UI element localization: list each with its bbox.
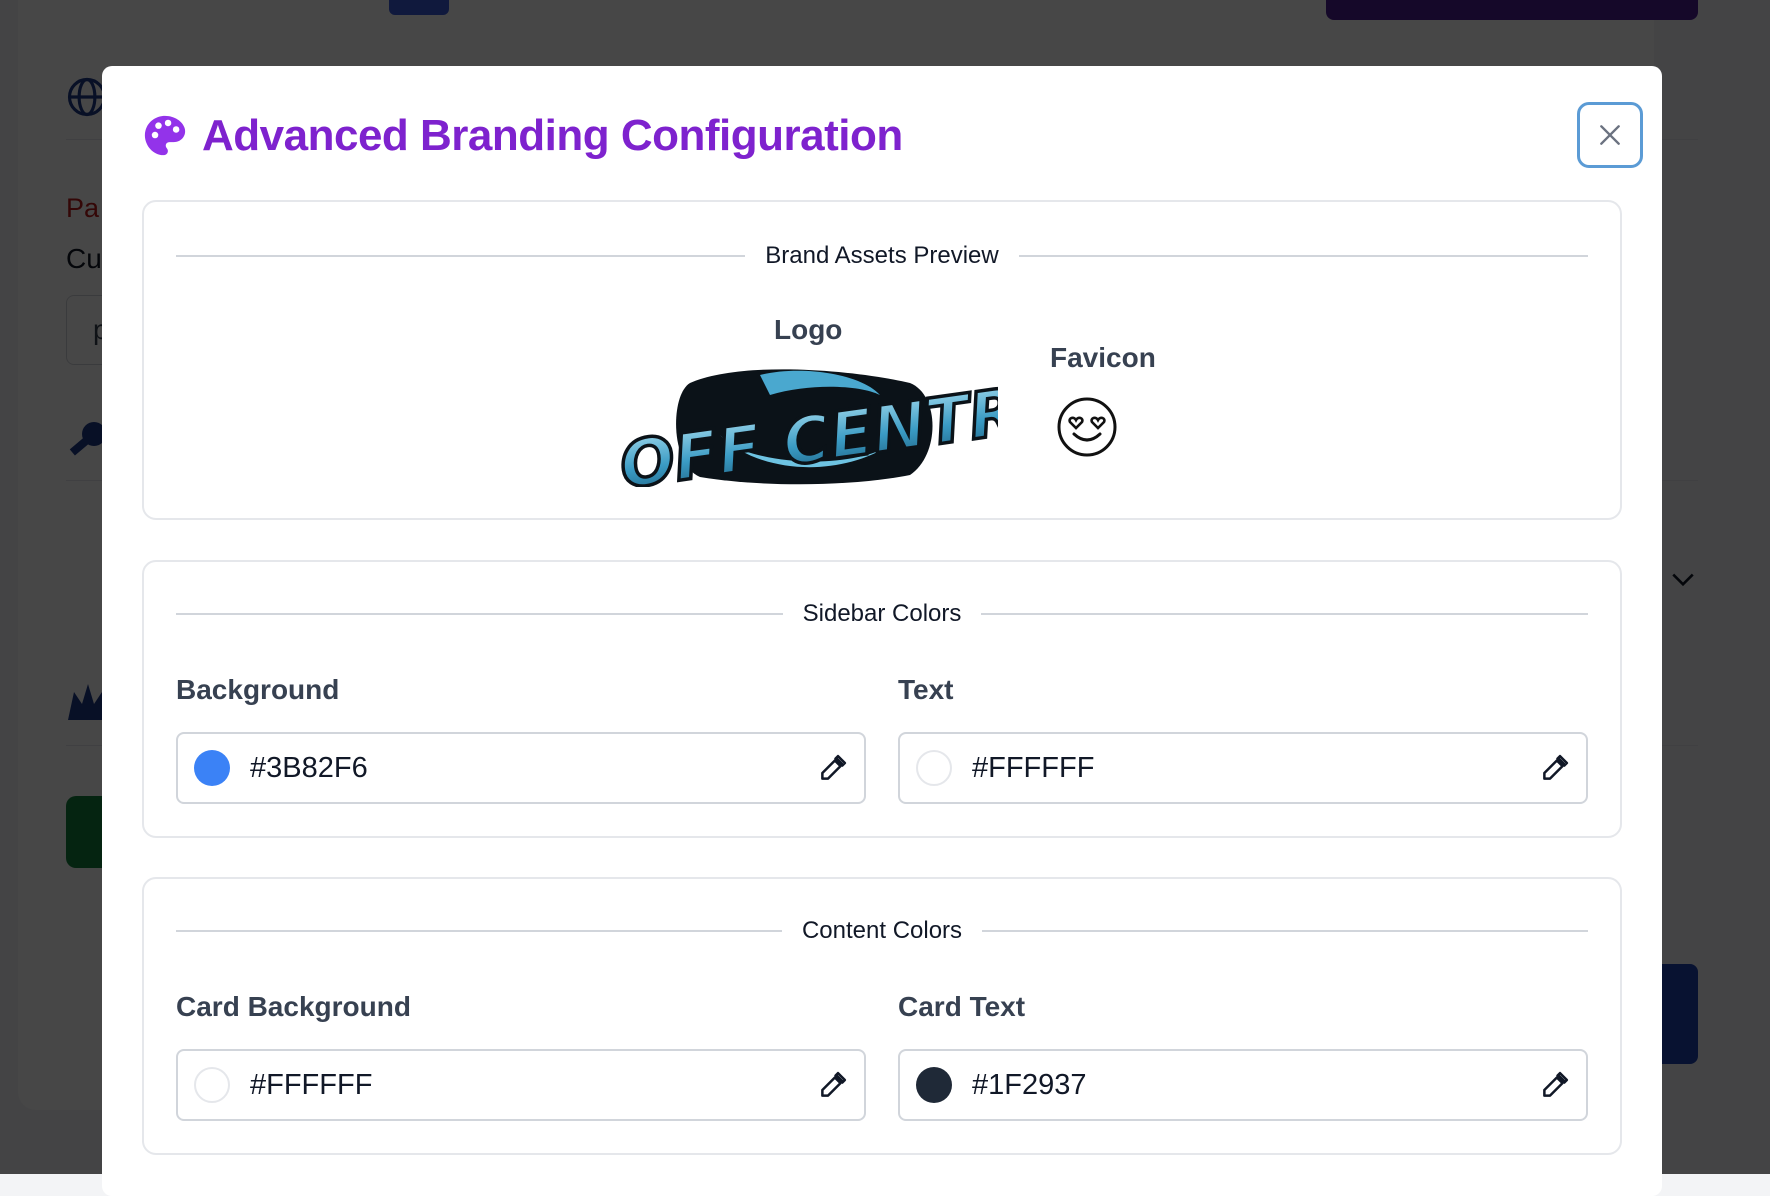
legend-divider xyxy=(981,613,1588,615)
brand-assets-legend: Brand Assets Preview xyxy=(176,242,1588,270)
color-swatch[interactable] xyxy=(194,1067,230,1103)
eyedropper-icon[interactable] xyxy=(1540,1070,1570,1100)
card-text-value[interactable]: #1F2937 xyxy=(972,1069,1540,1102)
legend-divider xyxy=(982,930,1589,932)
card-text-color-input[interactable]: #1F2937 xyxy=(898,1049,1588,1121)
brand-assets-section: Brand Assets Preview Logo OFF CENTRE Fav… xyxy=(142,200,1622,520)
legend-divider xyxy=(176,613,783,615)
color-swatch[interactable] xyxy=(916,1067,952,1103)
close-button[interactable] xyxy=(1577,102,1643,168)
smiling-face-with-heart-eyes-icon xyxy=(1057,397,1117,457)
eyedropper-icon[interactable] xyxy=(818,1070,848,1100)
logo-label: Logo xyxy=(774,314,843,345)
content-colors-legend: Content Colors xyxy=(176,917,1589,945)
legend-divider xyxy=(176,930,782,932)
sidebar-text-label: Text xyxy=(898,674,954,705)
palette-icon xyxy=(144,115,186,156)
modal-header: Advanced Branding Configuration xyxy=(142,110,903,162)
sidebar-colors-section: Sidebar Colors Background #3B82F6 Text #… xyxy=(142,560,1622,838)
legend-divider xyxy=(176,255,746,257)
eyedropper-icon[interactable] xyxy=(818,753,848,783)
legend-title: Brand Assets Preview xyxy=(765,242,999,269)
modal-title: Advanced Branding Configuration xyxy=(202,111,903,160)
sidebar-background-label: Background xyxy=(176,674,340,705)
brand-logo-image: OFF CENTRE xyxy=(614,367,998,487)
card-background-value[interactable]: #FFFFFF xyxy=(250,1069,818,1102)
eyedropper-icon[interactable] xyxy=(1540,753,1570,783)
close-icon xyxy=(1600,125,1620,145)
card-background-label: Card Background xyxy=(176,991,411,1022)
sidebar-text-value[interactable]: #FFFFFF xyxy=(972,752,1540,785)
sidebar-background-color-input[interactable]: #3B82F6 xyxy=(176,732,866,804)
color-swatch[interactable] xyxy=(194,750,230,786)
legend-divider xyxy=(1018,255,1588,257)
favicon-label: Favicon xyxy=(1050,342,1156,373)
card-background-color-input[interactable]: #FFFFFF xyxy=(176,1049,866,1121)
branding-modal: Advanced Branding Configuration Brand As… xyxy=(102,66,1662,1196)
legend-title: Sidebar Colors xyxy=(802,600,962,627)
card-text-label: Card Text xyxy=(898,991,1026,1022)
sidebar-colors-legend: Sidebar Colors xyxy=(176,600,1588,628)
sidebar-text-color-input[interactable]: #FFFFFF xyxy=(898,732,1588,804)
sidebar-background-value[interactable]: #3B82F6 xyxy=(250,752,818,785)
legend-title: Content Colors xyxy=(801,917,963,944)
content-colors-section: Content Colors Card Background #FFFFFF C… xyxy=(142,877,1622,1155)
color-swatch[interactable] xyxy=(916,750,952,786)
